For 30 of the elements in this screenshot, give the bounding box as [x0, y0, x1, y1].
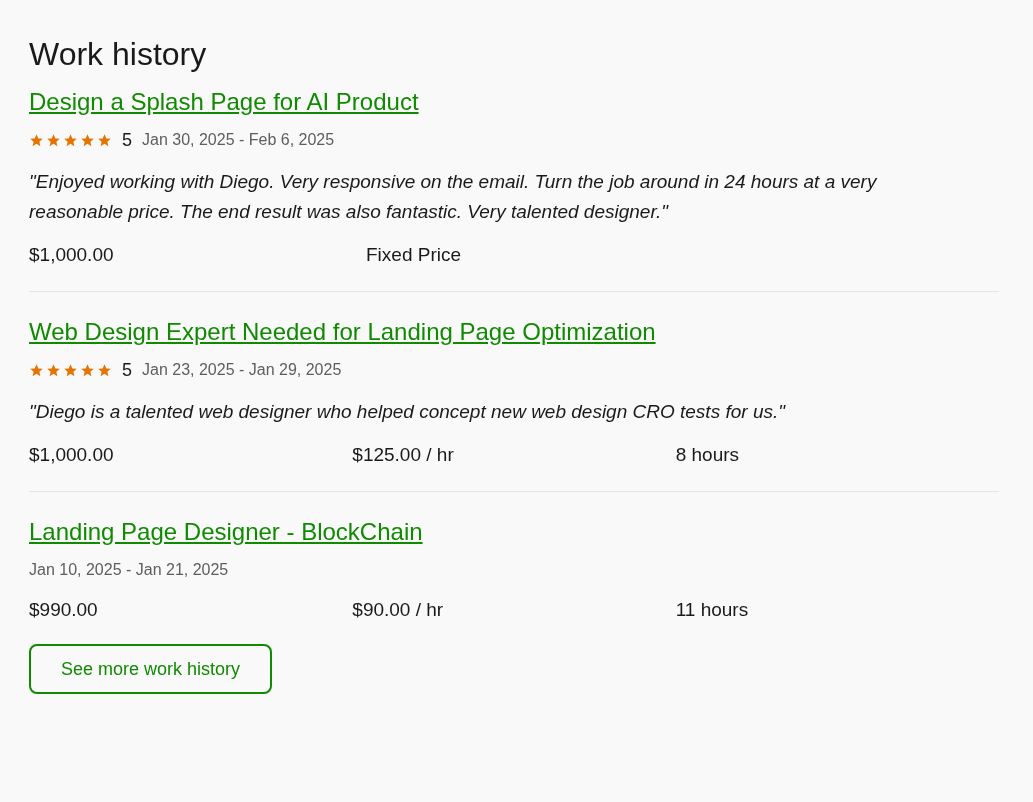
job-detail: $1,000.00	[29, 244, 114, 265]
star-icon	[97, 362, 112, 378]
job-title-link[interactable]: Landing Page Designer - BlockChain	[29, 514, 423, 550]
star-icon	[29, 132, 44, 148]
job-title-link[interactable]: Design a Splash Page for AI Product	[29, 84, 419, 120]
review-text: "Enjoyed working with Diego. Very responsive on the email. Turn the job around in 24 hours at a very reasonable price. The end result was also fantastic. Very talented designer."	[29, 170, 879, 224]
job-title-link[interactable]: Web Design Expert Needed for Landing Page Optimization	[29, 314, 656, 350]
star-icon	[46, 132, 61, 148]
star-icon	[63, 132, 78, 148]
star-icon	[63, 362, 78, 378]
rating-value: 5	[122, 358, 132, 382]
date-range: Jan 10, 2025 - Jan 21, 2025	[29, 560, 229, 580]
job-detail: $1,000.00	[29, 444, 114, 465]
job-detail: $90.00 / hr	[352, 599, 444, 620]
section-title: Work history	[29, 35, 207, 74]
star-icon	[29, 362, 44, 378]
see-more-button[interactable]: See more work history	[29, 644, 273, 694]
job-detail: $125.00 / hr	[352, 444, 454, 465]
rating-value: 5	[122, 128, 132, 152]
job-detail: Fixed Price	[366, 244, 462, 265]
job-detail: $990.00	[29, 599, 98, 620]
job-detail: 8 hours	[675, 444, 740, 465]
date-range: Jan 23, 2025 - Jan 29, 2025	[142, 360, 342, 380]
star-icon	[46, 362, 61, 378]
review-text: "Diego is a talented web designer who helped concept new web design CRO tests for us."	[29, 400, 787, 424]
star-icon	[80, 362, 95, 378]
date-range: Jan 30, 2025 - Feb 6, 2025	[142, 130, 335, 150]
star-icon	[80, 132, 95, 148]
star-icon	[97, 132, 112, 148]
job-detail: 11 hours	[675, 599, 749, 620]
